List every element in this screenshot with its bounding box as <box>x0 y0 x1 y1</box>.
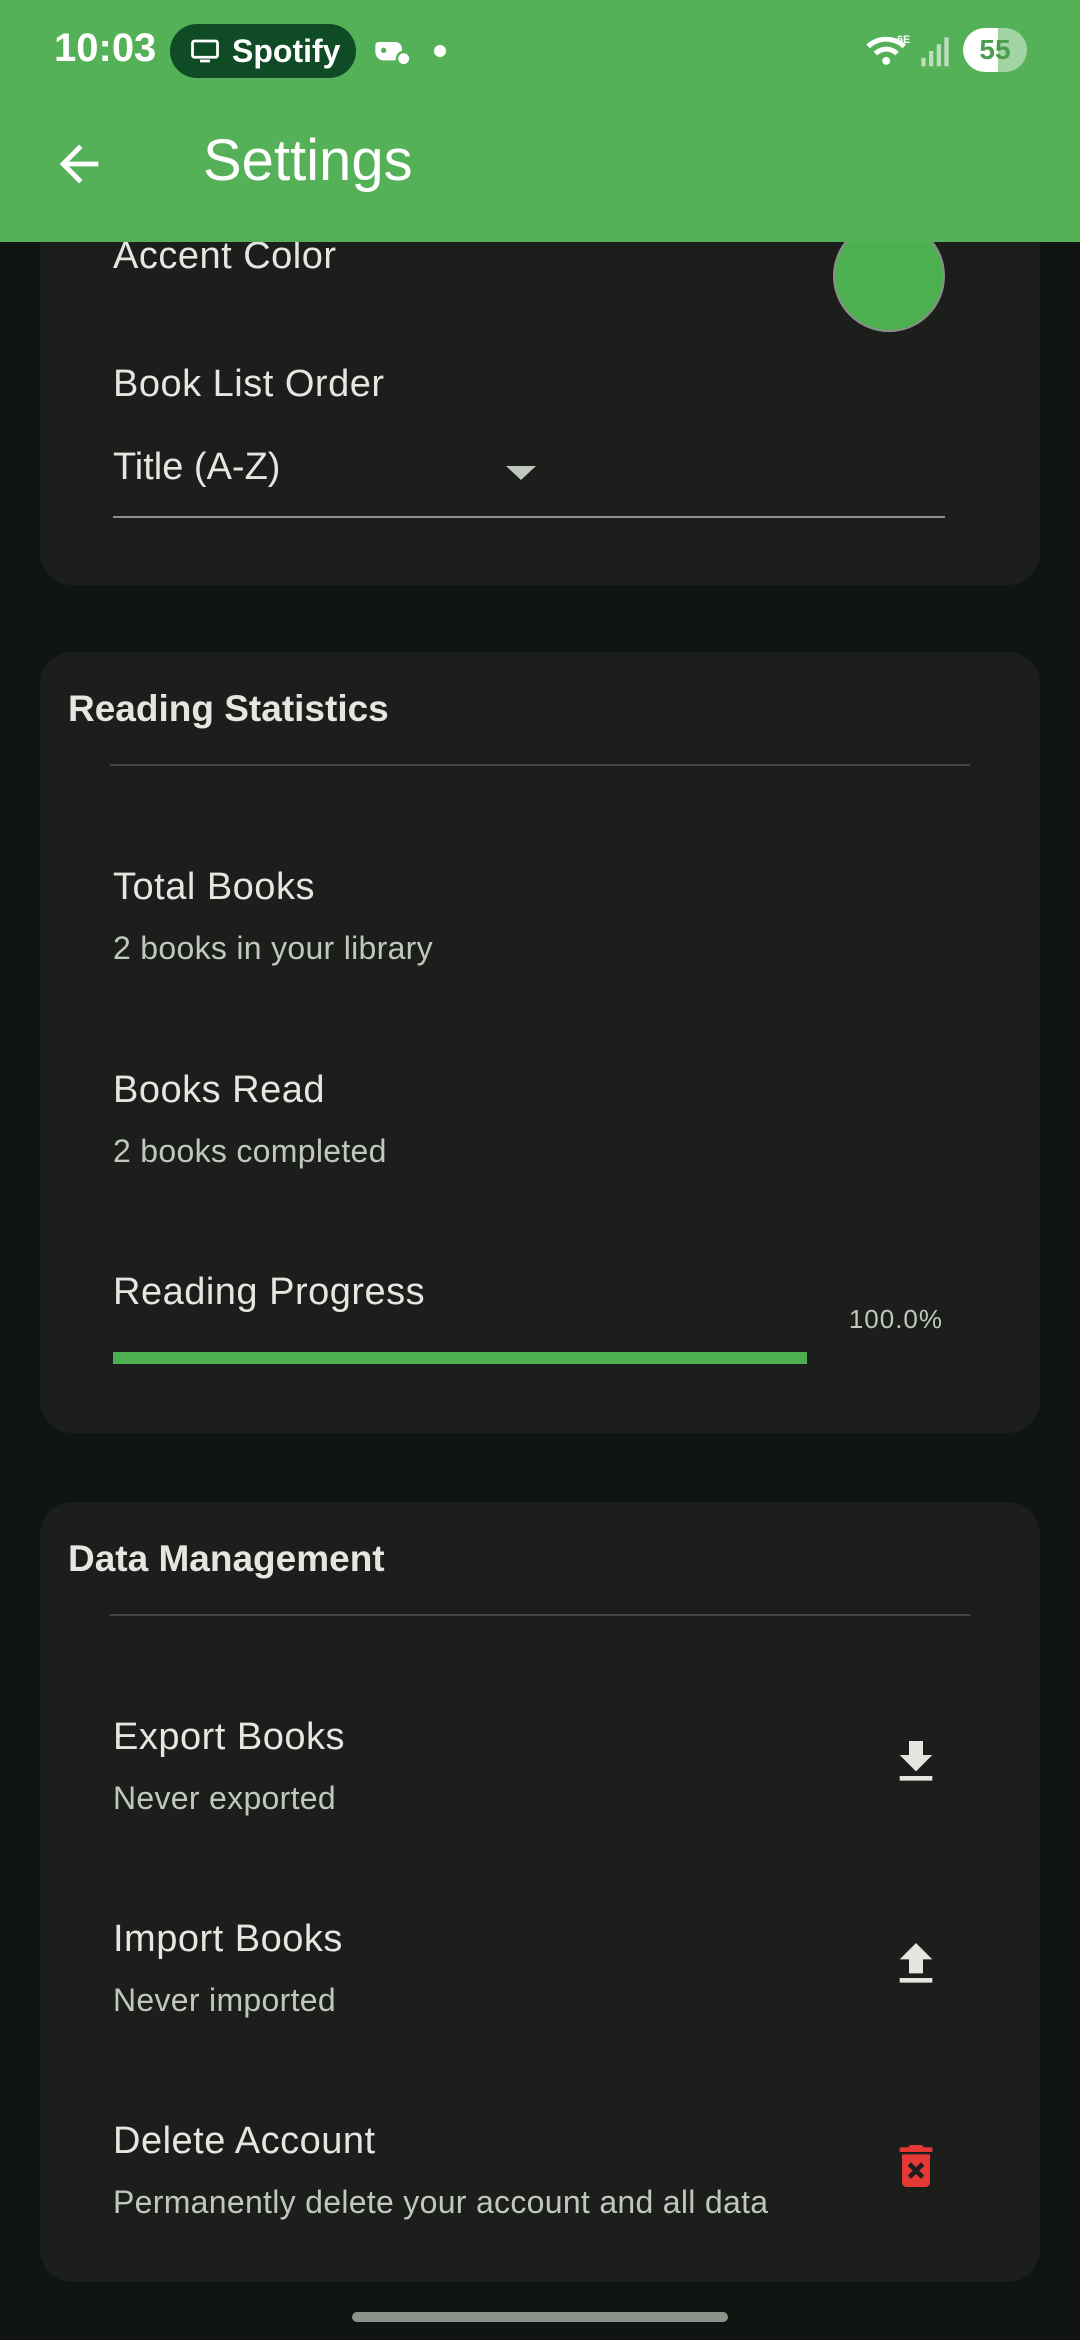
upload-icon[interactable] <box>888 1936 944 1992</box>
home-indicator[interactable] <box>352 2312 728 2322</box>
reading-progress-fill <box>113 1352 807 1364</box>
books-read-subtitle: 2 books completed <box>113 1133 387 1169</box>
app-bar: 10:03 Spotify 6E 55 Settings <box>0 0 1080 242</box>
arrow-back-icon[interactable] <box>50 135 108 193</box>
reading-statistics-title: Reading Statistics <box>68 688 389 729</box>
svg-text:6E: 6E <box>897 34 910 46</box>
total-books-label: Total Books <box>113 866 315 908</box>
media-pill[interactable]: Spotify <box>170 24 356 78</box>
total-books-subtitle: 2 books in your library <box>113 930 433 966</box>
import-books-label: Import Books <box>113 1918 343 1960</box>
page-title: Settings <box>203 128 413 193</box>
wifi-icon: 6E <box>866 34 910 65</box>
books-read-label: Books Read <box>113 1069 326 1111</box>
export-books-subtitle: Never exported <box>113 1780 336 1816</box>
data-management-card: Data Management Export Books Never expor… <box>40 1502 1040 2282</box>
section-divider <box>110 1614 970 1616</box>
monitor-icon <box>191 39 219 63</box>
reading-progress-bar <box>113 1352 807 1364</box>
dropdown-arrow-icon <box>506 466 536 480</box>
battery-level: 55 <box>979 34 1011 65</box>
gamepad-icon <box>375 42 412 67</box>
import-books-subtitle: Never imported <box>113 1982 336 2018</box>
media-pill-label: Spotify <box>232 32 341 69</box>
reading-statistics-card: Reading Statistics Total Books 2 books i… <box>40 652 1040 1433</box>
delete-account-label: Delete Account <box>113 2120 376 2162</box>
delete-forever-icon[interactable] <box>888 2138 944 2194</box>
book-list-order-value: Title (A-Z) <box>113 446 281 488</box>
signal-icon <box>921 37 949 67</box>
section-divider <box>110 764 970 766</box>
reading-progress-label: Reading Progress <box>113 1271 426 1313</box>
status-time: 10:03 <box>54 26 157 70</box>
book-list-order-label: Book List Order <box>113 363 385 405</box>
status-bar: 10:03 Spotify 6E 55 <box>0 0 1080 100</box>
battery-icon: 55 <box>963 28 1027 72</box>
reading-progress-percent: 100.0% <box>848 1304 943 1334</box>
delete-account-subtitle: Permanently delete your account and all … <box>113 2184 769 2220</box>
data-management-title: Data Management <box>68 1538 385 1579</box>
download-icon[interactable] <box>888 1734 944 1790</box>
export-books-label: Export Books <box>113 1716 345 1758</box>
book-list-order-dropdown[interactable]: Title (A-Z) <box>113 446 945 518</box>
notification-dot-icon <box>434 45 446 57</box>
